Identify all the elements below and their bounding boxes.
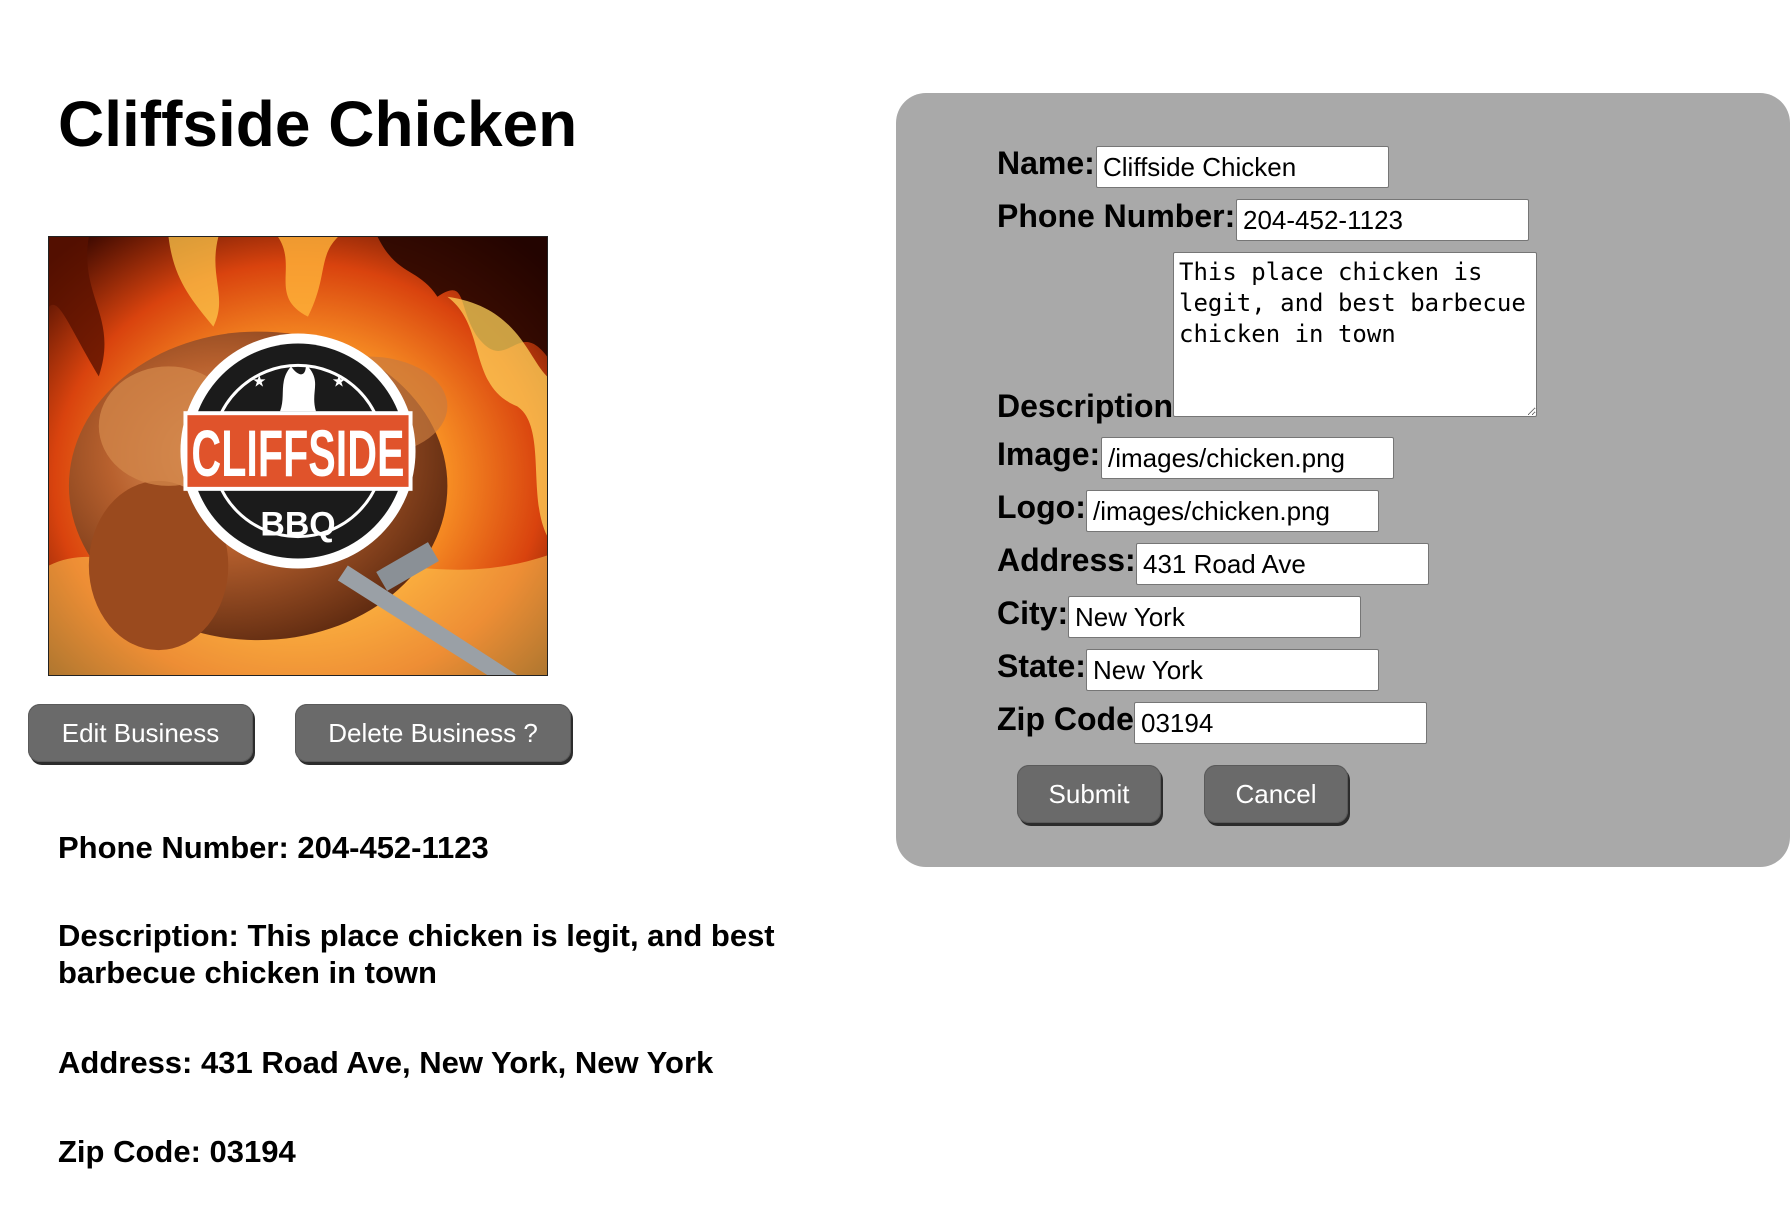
description-label: Description (997, 388, 1174, 424)
business-image: ★ ★ CLIFFSIDE BBQ (48, 236, 548, 676)
submit-button[interactable]: Submit (1017, 765, 1161, 823)
edit-business-form: Name: Phone Number: This place chicken i… (896, 93, 1790, 867)
address-input[interactable] (1136, 543, 1429, 585)
address-text: Address: 431 Road Ave, New York, New Yor… (58, 1045, 714, 1080)
state-label: State: (997, 648, 1086, 684)
delete-business-button[interactable]: Delete Business ? (295, 704, 571, 762)
phone-number-label: Phone Number: (997, 198, 1236, 234)
name-input[interactable] (1096, 146, 1389, 188)
svg-text:★: ★ (332, 371, 346, 390)
cancel-button[interactable]: Cancel (1204, 765, 1348, 823)
city-input[interactable] (1068, 596, 1361, 638)
name-label: Name: (997, 145, 1095, 181)
image-label: Image: (997, 436, 1101, 472)
business-page: Cliffside Chicken ★ ★ CLIFFSIDE BBQ Edit… (0, 0, 1790, 1216)
phone-number-input[interactable] (1236, 199, 1529, 241)
state-input[interactable] (1086, 649, 1379, 691)
description-text: Description: This place chicken is legit… (58, 918, 775, 990)
logo-text-top: CLIFFSIDE (191, 417, 404, 490)
phone-number-text: Phone Number: 204-452-1123 (58, 830, 489, 865)
logo-input[interactable] (1086, 490, 1379, 532)
logo-label: Logo: (997, 489, 1086, 525)
image-input[interactable] (1101, 437, 1394, 479)
description-textarea[interactable]: This place chicken is legit, and best ba… (1173, 252, 1537, 417)
business-title: Cliffside Chicken (58, 88, 578, 160)
zip-code-text: Zip Code: 03194 (58, 1134, 296, 1169)
svg-text:★: ★ (252, 371, 266, 390)
zip-code-label: Zip Code (997, 701, 1134, 737)
logo-text-bottom: BBQ (260, 506, 335, 544)
chicken-logo-image: ★ ★ CLIFFSIDE BBQ (49, 237, 547, 675)
zip-code-input[interactable] (1134, 702, 1427, 744)
address-label: Address: (997, 542, 1136, 578)
city-label: City: (997, 595, 1069, 631)
edit-business-button[interactable]: Edit Business (28, 704, 253, 762)
